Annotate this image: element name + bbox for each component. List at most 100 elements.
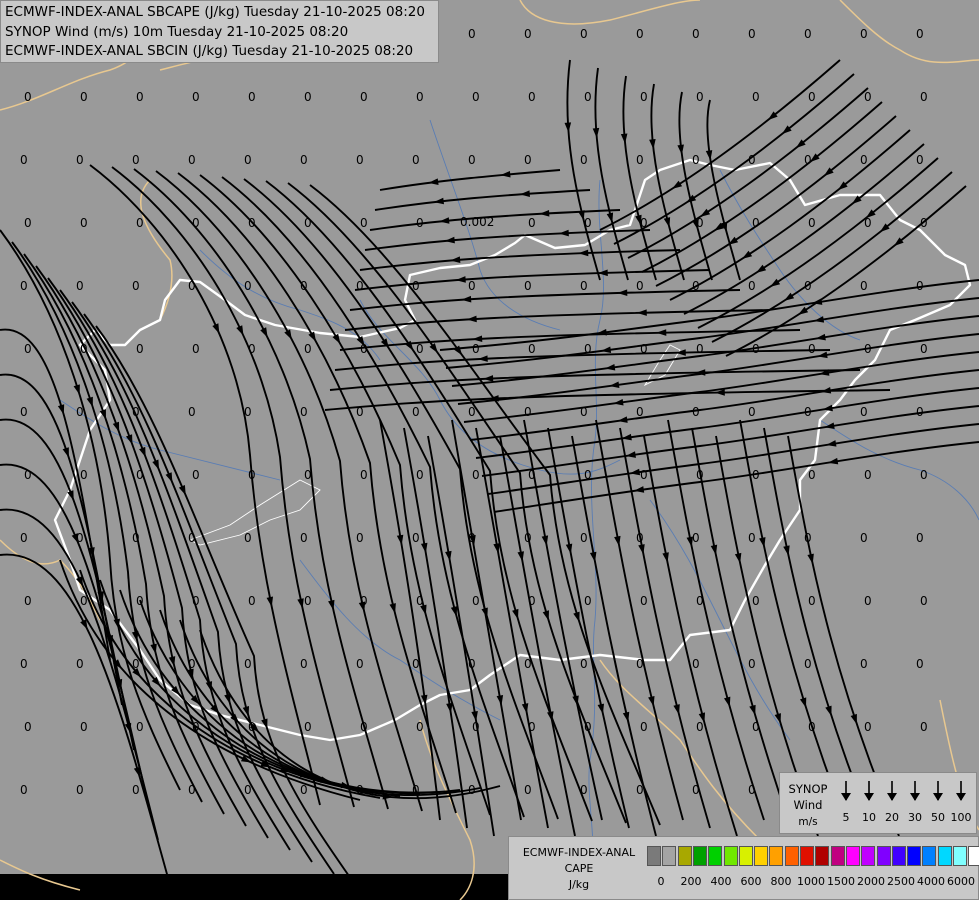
field-value-label: 0: [244, 783, 252, 797]
field-value-label: 0: [136, 594, 144, 608]
field-value-label: 0: [640, 216, 648, 230]
field-value-label: 0: [304, 90, 312, 104]
field-value-label: 0: [636, 279, 644, 293]
field-value-label: 0: [76, 153, 84, 167]
field-value-label: 0: [304, 216, 312, 230]
field-value-label: 0: [528, 468, 536, 482]
field-value-label: 0: [416, 216, 424, 230]
field-value-label: 0: [24, 216, 32, 230]
field-value-label: 0: [860, 657, 868, 671]
field-value-label: 0: [916, 531, 924, 545]
field-value-label: 0: [300, 405, 308, 419]
cape-color-swatch: [800, 846, 814, 866]
field-value-label: 0: [188, 783, 196, 797]
field-value-label: 0: [188, 153, 196, 167]
field-value-label: 0: [360, 342, 368, 356]
field-value-label: 0: [584, 468, 592, 482]
field-value-label: 0: [640, 468, 648, 482]
field-value-label: 0: [524, 783, 532, 797]
field-value-label: 0: [472, 90, 480, 104]
cape-color-swatch: [937, 846, 952, 866]
field-value-label: 0: [748, 405, 756, 419]
field-value-label: 0: [76, 405, 84, 419]
cape-tick-label: 6000: [947, 875, 975, 888]
field-value-label: 0: [528, 594, 536, 608]
field-value-label: 0: [136, 216, 144, 230]
field-value-label: 0: [748, 657, 756, 671]
field-value-label: 0: [528, 90, 536, 104]
field-value-label: 0: [80, 468, 88, 482]
field-value-label: 0: [412, 405, 420, 419]
field-value-label: 0: [188, 405, 196, 419]
field-value-label: 0: [416, 720, 424, 734]
synop-wind-arrows: [841, 781, 966, 801]
field-value-label: 0: [808, 468, 816, 482]
field-value-label: 0: [808, 90, 816, 104]
cape-color-swatch: [861, 846, 876, 866]
field-value-label: 0: [76, 279, 84, 293]
field-value-label: 0: [808, 342, 816, 356]
field-value-label: 0: [804, 153, 812, 167]
field-value-label: 0: [752, 90, 760, 104]
field-value-label: 0: [524, 405, 532, 419]
field-value-label: 0: [696, 90, 704, 104]
field-value-label: 0: [692, 783, 700, 797]
synop-legend-unit: m/s: [798, 816, 818, 828]
synop-speed-label: 50: [931, 811, 945, 824]
field-value-label: 0: [864, 342, 872, 356]
field-value-label: 0: [584, 342, 592, 356]
field-value-label: 0: [412, 531, 420, 545]
field-value-label: 0: [136, 468, 144, 482]
cape-color-swatch: [830, 846, 845, 866]
field-value-label: 0: [524, 531, 532, 545]
cape-color-swatch: [953, 846, 967, 866]
field-value-label: 0: [636, 657, 644, 671]
field-value-label: 0: [920, 216, 928, 230]
field-value-label: 0: [528, 720, 536, 734]
cape-color-swatch: [754, 846, 769, 866]
cin-value-label: 0.002: [460, 215, 494, 229]
field-value-label: 0: [136, 720, 144, 734]
field-value-label: 0: [920, 594, 928, 608]
field-value-label: 0: [916, 657, 924, 671]
field-value-label: 0: [472, 342, 480, 356]
cape-color-swatch: [784, 846, 799, 866]
field-value-label: 0: [920, 720, 928, 734]
field-value-label: 0: [244, 405, 252, 419]
field-value-label: 0: [248, 342, 256, 356]
field-value-label: 0: [696, 216, 704, 230]
field-value-label: 0: [468, 531, 476, 545]
field-value-label: 0: [804, 657, 812, 671]
field-value-label: 0: [24, 720, 32, 734]
cape-color-swatch: [708, 846, 723, 866]
field-value-label: 0: [248, 468, 256, 482]
field-value-label: 0: [356, 657, 364, 671]
cape-color-swatch: [723, 846, 738, 866]
field-value-label: 0: [360, 90, 368, 104]
field-value-label: 0: [300, 279, 308, 293]
field-value-label: 0: [916, 153, 924, 167]
field-value-label: 0: [188, 531, 196, 545]
field-value-label: 0: [580, 153, 588, 167]
field-value-label: 0: [20, 657, 28, 671]
cape-color-legend: ECMWF-INDEX-ANAL CAPE J/kg 0 200 400 600 800…: [508, 836, 979, 900]
field-value-label: 0: [804, 279, 812, 293]
field-value-label: 0: [300, 657, 308, 671]
field-value-label: 0: [132, 153, 140, 167]
synop-speed-label: 30: [908, 811, 922, 824]
map-background: [0, 0, 979, 900]
cape-legend-parameter: CAPE: [564, 862, 594, 875]
field-value-label: 0: [136, 342, 144, 356]
field-value-label: 0: [584, 216, 592, 230]
field-value-label: 0: [24, 468, 32, 482]
field-value-label: 0: [524, 279, 532, 293]
field-value-label: 0: [24, 594, 32, 608]
field-value-label: 0: [692, 405, 700, 419]
field-value-label: 0: [192, 468, 200, 482]
field-value-label: 0: [916, 405, 924, 419]
field-value-label: 0: [76, 783, 84, 797]
field-value-label: 0: [76, 657, 84, 671]
field-value-label: 0: [916, 279, 924, 293]
field-value-label: 0: [580, 783, 588, 797]
map-nodata-strip: [0, 874, 508, 900]
